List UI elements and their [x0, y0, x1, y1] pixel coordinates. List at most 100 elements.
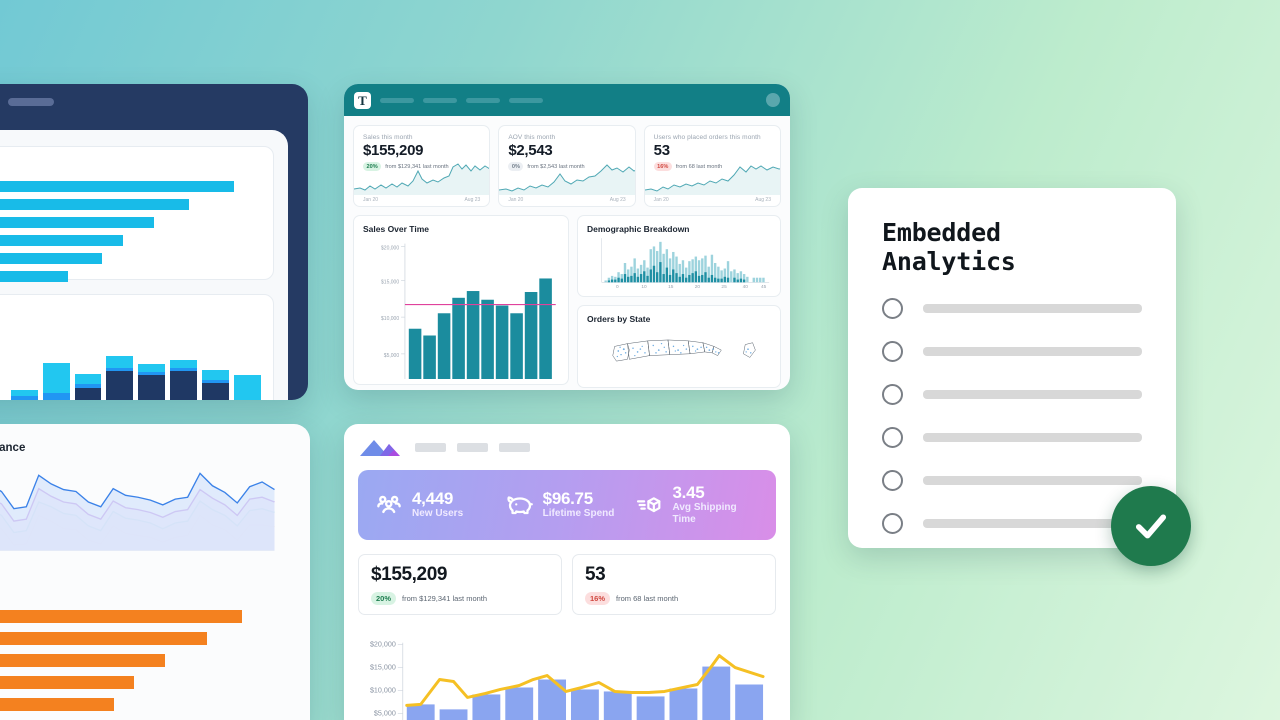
radio-circle-icon[interactable]: [882, 427, 903, 448]
kpi-value: 53: [653, 142, 670, 159]
tl-stack-col: [138, 364, 166, 400]
piggy-bank-icon: [507, 496, 533, 515]
combo-bar-line-chart: $20,000 $15,000 $10,000 $5,000: [370, 641, 765, 720]
gradient-kpi-new-users: 4,449 New Users: [374, 490, 499, 520]
kpi-subtext: from 68 last month: [616, 594, 679, 603]
tl-chart-title: es: [0, 157, 261, 171]
bc-nav-pill-3[interactable]: [499, 442, 530, 452]
table-row: s: [0, 197, 261, 212]
list-item[interactable]: [882, 298, 1142, 319]
tl-stack-col: [74, 374, 102, 400]
tl-stack-col: [106, 356, 134, 400]
radio-circle-icon[interactable]: [882, 298, 903, 319]
tc-kpi-row: Sales this month $155,209 20% from $129,…: [353, 125, 781, 207]
demographic-histogram: 0 10 15 20 25 40 45: [601, 238, 770, 290]
tl-navbar: [0, 84, 308, 120]
table-row: Florida: [0, 696, 290, 713]
kpi-date-start: Jan 20: [508, 197, 524, 203]
tc-nav-pill-3[interactable]: [466, 97, 500, 103]
placeholder-line: [923, 476, 1142, 485]
bottom-center-dashboard-panel: 4,449 New Users $96.75 Lifetime Spend 3.…: [344, 424, 790, 720]
x-tick: 10: [641, 284, 647, 290]
combo-bars: [406, 666, 764, 720]
x-tick: 25: [721, 284, 727, 290]
kpi-caption: Sales this month: [363, 134, 413, 141]
tl-bar: [0, 181, 234, 192]
bc-navbar: [358, 436, 776, 458]
sales-over-time-card: Sales Over Time $20,000 $15,000 $10,000 …: [353, 215, 569, 385]
tl-bar: [0, 235, 123, 246]
y-tick: $15,000: [370, 664, 396, 672]
kpi-caption: AOV this month: [508, 134, 556, 141]
gradient-kpi-text: 4,449 New Users: [412, 490, 463, 520]
gradient-kpi-label: New Users: [412, 507, 464, 519]
source-bar: [0, 610, 243, 623]
kpi-date-start: Jan 20: [363, 197, 379, 203]
kpi-delta: 16% from 68 last month: [585, 592, 763, 605]
y-tick: $20,000: [370, 641, 396, 649]
tl-bar: [0, 253, 103, 264]
y-tick: $15,000: [381, 279, 399, 285]
tl-content: es a s k s a n: [0, 130, 288, 400]
top-center-dashboard-panel: T Sales this month $155,209 20% from $12…: [344, 84, 790, 390]
list-item[interactable]: [882, 384, 1142, 405]
table-row: k: [0, 215, 261, 230]
list-item[interactable]: [882, 513, 1142, 534]
y-tick: $10,000: [381, 316, 399, 322]
histogram-bars: [604, 241, 765, 283]
gradient-kpi-shipping-time: 3.45 Avg Shipping Time: [635, 484, 760, 526]
y-tick: $20,000: [381, 245, 399, 251]
kpi-value: 53: [585, 564, 606, 585]
gradient-kpi-value: $96.75: [542, 489, 594, 509]
gradient-kpi-text: 3.45 Avg Shipping Time: [673, 484, 761, 526]
table-row: Texas: [0, 630, 290, 647]
x-tick: 0: [616, 284, 619, 290]
tl-stack-col: [10, 390, 38, 400]
kpi-card-sales: Sales this month $155,209 20% from $129,…: [353, 125, 491, 207]
list-item[interactable]: [882, 427, 1142, 448]
chart-title: Sales Over Time: [363, 224, 429, 234]
tc-nav-pill-2[interactable]: [423, 97, 457, 103]
placeholder-line: [923, 347, 1142, 356]
success-check-badge: [1111, 486, 1191, 566]
tc-nav-pill-1[interactable]: [380, 97, 414, 103]
bc-nav-pill-1[interactable]: [415, 442, 446, 452]
kpi-value: $155,209: [363, 142, 424, 159]
list-item[interactable]: [882, 341, 1142, 362]
radio-circle-icon[interactable]: [882, 513, 903, 534]
gradient-kpi-text: $96.75 Lifetime Spend: [543, 490, 615, 520]
radio-circle-icon[interactable]: [882, 341, 903, 362]
kpi-date-end: Aug 23: [755, 197, 771, 203]
avatar[interactable]: [766, 93, 780, 107]
tl-stacked-bars: [0, 305, 261, 400]
tl-bar: [0, 199, 189, 210]
table-row: New York: [0, 652, 290, 669]
tl-bar-list: a s k s a n: [0, 179, 261, 284]
gradient-kpi-label: Avg Shipping Time: [672, 501, 737, 525]
table-row: n: [0, 269, 261, 284]
y-tick: $10,000: [370, 686, 396, 694]
kpi-date-end: Aug 23: [464, 197, 481, 203]
x-tick: 40: [743, 284, 749, 290]
tl-bar: [0, 217, 155, 228]
sparkline-chart: [354, 163, 490, 195]
tl-stacked-chart-card: [0, 294, 274, 400]
source-bar: [0, 654, 165, 667]
category-performance-title: Category Performance: [0, 442, 26, 454]
radio-circle-icon[interactable]: [882, 384, 903, 405]
table-row: California: [0, 608, 290, 625]
kpi-card-users: Users who placed orders this month 53 16…: [643, 125, 781, 207]
kpi-date-range: Jan 20 Aug 23: [363, 197, 480, 203]
radio-circle-icon[interactable]: [882, 470, 903, 491]
bc-nav-pill-2[interactable]: [457, 442, 488, 452]
tl-nav-pill-3[interactable]: [8, 98, 54, 106]
tl-stack-col: [170, 360, 198, 400]
source-bar: [0, 698, 115, 711]
bc-kpi-row: $155,209 20% from $129,341 last month 53…: [358, 554, 776, 615]
list-item[interactable]: [882, 470, 1142, 491]
tc-nav-pill-4[interactable]: [509, 97, 543, 103]
table-row: a: [0, 251, 261, 266]
tc-lower-row: Sales Over Time $20,000 $15,000 $10,000 …: [353, 215, 781, 388]
tc-body: Sales this month $155,209 20% from $129,…: [344, 116, 790, 390]
check-icon: [1135, 514, 1167, 539]
